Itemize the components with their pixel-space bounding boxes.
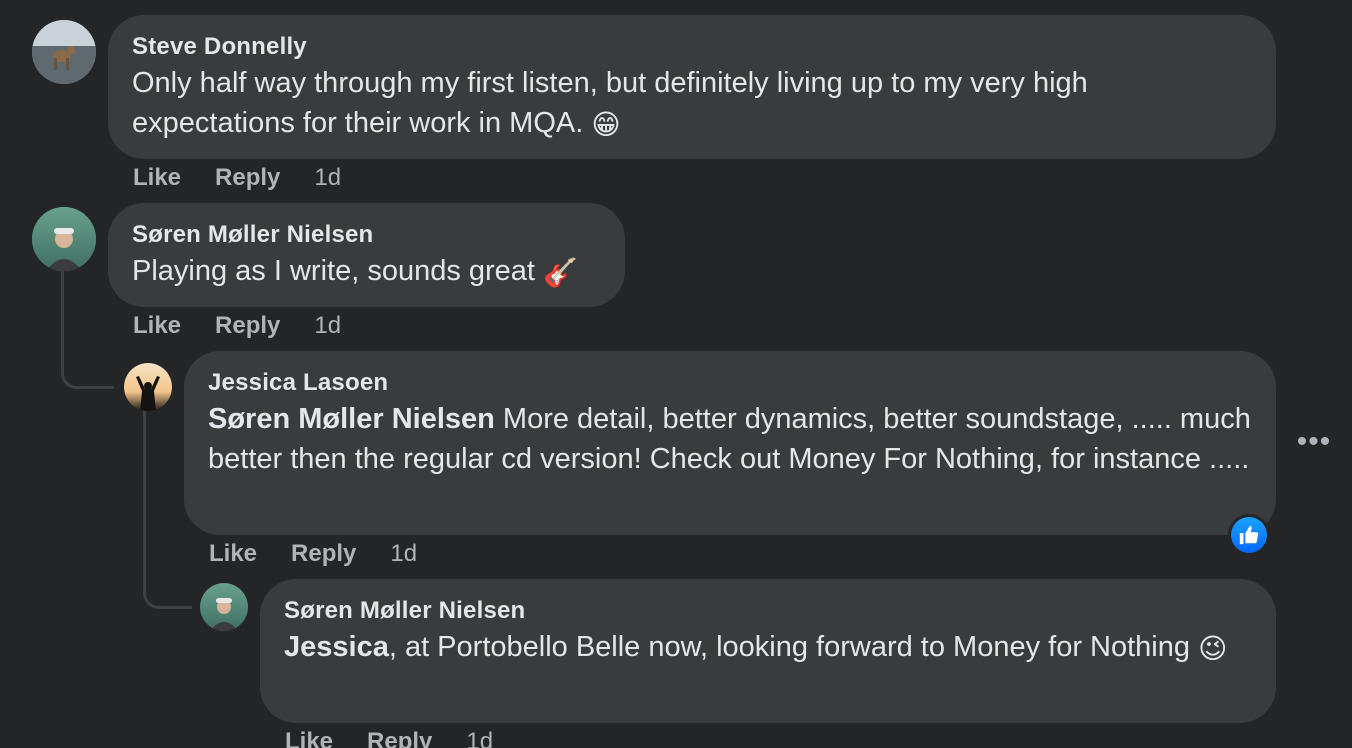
avatar-steve-donnelly[interactable] xyxy=(32,20,96,84)
thread-line-2 xyxy=(61,270,64,284)
grin-emoji-icon: 😁 xyxy=(591,109,621,140)
comment-actions: Like Reply 1d xyxy=(285,726,493,748)
avatar-photo-icon xyxy=(32,20,96,84)
reply-button[interactable]: Reply xyxy=(215,164,280,192)
guitar-emoji-icon: 🎸 xyxy=(543,257,578,288)
comment-thread: Reply Steve Donnelly Only half way throu… xyxy=(0,0,1352,748)
thumbs-up-icon xyxy=(1239,525,1259,545)
like-button[interactable]: Like xyxy=(133,312,181,340)
reply-button[interactable]: Reply xyxy=(215,312,280,340)
comment-actions: Like Reply 1d xyxy=(133,310,341,342)
comment-timestamp[interactable]: 1d xyxy=(466,728,493,748)
comment-text: Søren Møller Nielsen More detail, better… xyxy=(208,399,1252,479)
comment-timestamp[interactable]: 1d xyxy=(390,540,417,568)
like-button[interactable]: Like xyxy=(209,540,257,568)
mention-link[interactable]: Søren Møller Nielsen xyxy=(208,403,495,435)
avatar-photo-icon xyxy=(124,363,172,411)
comment-body: Playing as I write, sounds great xyxy=(132,255,535,287)
like-button[interactable]: Like xyxy=(285,728,333,748)
avatar-soren-moller-nielsen[interactable] xyxy=(32,207,96,271)
avatar-photo-icon xyxy=(200,583,248,631)
more-options-button[interactable]: ••• xyxy=(1296,425,1332,458)
comment-bubble: Søren Møller Nielsen Playing as I write,… xyxy=(108,203,625,307)
comment-timestamp[interactable]: 1d xyxy=(314,312,341,340)
comment-author-name[interactable]: Søren Møller Nielsen xyxy=(132,219,601,251)
avatar-jessica-lasoen[interactable] xyxy=(124,363,172,411)
comment-timestamp[interactable]: 1d xyxy=(314,164,341,192)
reply-button[interactable]: Reply xyxy=(367,728,432,748)
like-button[interactable]: Like xyxy=(133,164,181,192)
comment-text: Only half way through my first listen, b… xyxy=(132,63,1252,145)
comment-bubble: Jessica Lasoen Søren Møller Nielsen More… xyxy=(184,351,1276,535)
reply-button[interactable]: Reply xyxy=(291,540,356,568)
comment-actions: Like Reply 1d xyxy=(209,538,417,570)
comment-author-name[interactable]: Steve Donnelly xyxy=(132,31,1252,63)
comment-bubble: Steve Donnelly Only half way through my … xyxy=(108,15,1276,159)
avatar-photo-icon xyxy=(32,207,96,271)
thread-line-1 xyxy=(61,282,114,389)
comment-text: Playing as I write, sounds great 🎸 xyxy=(132,251,601,293)
comment-author-name[interactable]: Jessica Lasoen xyxy=(208,367,1252,399)
comment-actions: Like Reply 1d xyxy=(133,162,341,194)
mention-link[interactable]: Jessica xyxy=(284,631,389,663)
comment-author-name[interactable]: Søren Møller Nielsen xyxy=(284,595,1252,627)
comment-text: Jessica, at Portobello Belle now, lookin… xyxy=(284,627,1252,669)
avatar-soren-moller-nielsen[interactable] xyxy=(200,583,248,631)
like-reaction xyxy=(1231,517,1267,553)
comment-body: , at Portobello Belle now, looking forwa… xyxy=(388,631,1190,663)
more-options-icon: ••• xyxy=(1296,425,1332,458)
wink-emoji-icon: 😉 xyxy=(1198,633,1228,664)
comment-bubble: Søren Møller Nielsen Jessica, at Portobe… xyxy=(260,579,1276,723)
reaction-count-badge[interactable] xyxy=(1228,514,1270,556)
